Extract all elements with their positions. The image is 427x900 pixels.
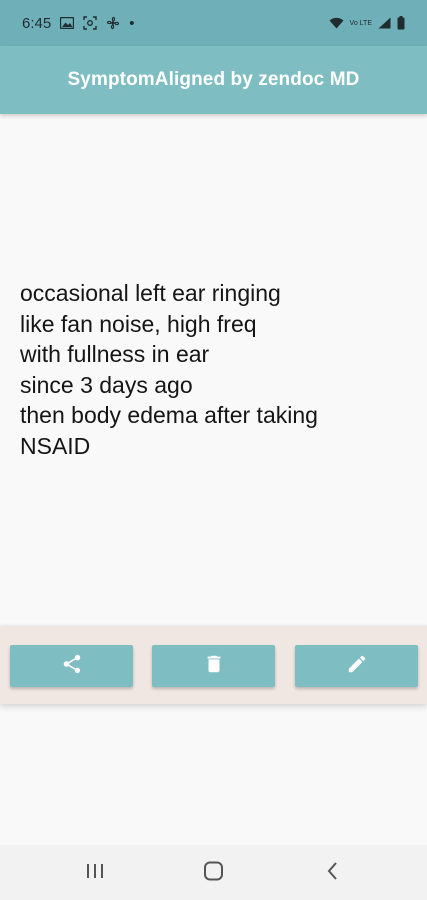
note-line: with fullness in ear <box>20 341 210 367</box>
app-bar: SymptomAligned by zendoc MD <box>0 46 427 114</box>
share-button[interactable] <box>10 645 133 687</box>
note-line: then body edema after taking <box>20 402 318 428</box>
action-bar <box>0 626 427 704</box>
recents-icon <box>85 863 105 884</box>
trash-icon <box>203 653 225 680</box>
back-icon <box>326 861 340 886</box>
note-line: NSAID <box>20 432 91 459</box>
status-right: Vo LTE <box>329 16 405 30</box>
fan-icon <box>106 16 120 30</box>
signal-icon <box>378 17 391 29</box>
home-button[interactable] <box>194 859 234 887</box>
share-icon <box>61 653 83 680</box>
battery-icon <box>397 16 405 30</box>
pencil-icon <box>346 653 368 680</box>
edit-button[interactable] <box>295 645 418 687</box>
note-line: like fan noise, high freq <box>20 310 257 337</box>
note-line: occasional left ear ringing <box>20 280 281 306</box>
recents-button[interactable] <box>75 859 115 887</box>
delete-button[interactable] <box>152 645 275 687</box>
status-time: 6:45 <box>22 14 52 32</box>
note-text: occasional left ear ringing like fan noi… <box>20 278 410 461</box>
note-line: since 3 days ago <box>20 371 193 398</box>
wifi-icon <box>329 17 344 29</box>
status-bar: 6:45 • Vo LTE <box>0 0 427 46</box>
app-title: SymptomAligned by zendoc MD <box>67 69 360 90</box>
status-dot: • <box>129 14 135 32</box>
screenshot-icon <box>83 16 97 30</box>
network-label: Vo LTE <box>349 19 372 27</box>
gallery-icon <box>60 17 75 29</box>
home-icon <box>203 861 225 886</box>
back-button[interactable] <box>313 859 353 887</box>
status-left: 6:45 • <box>22 15 134 32</box>
nav-bar <box>0 845 427 900</box>
